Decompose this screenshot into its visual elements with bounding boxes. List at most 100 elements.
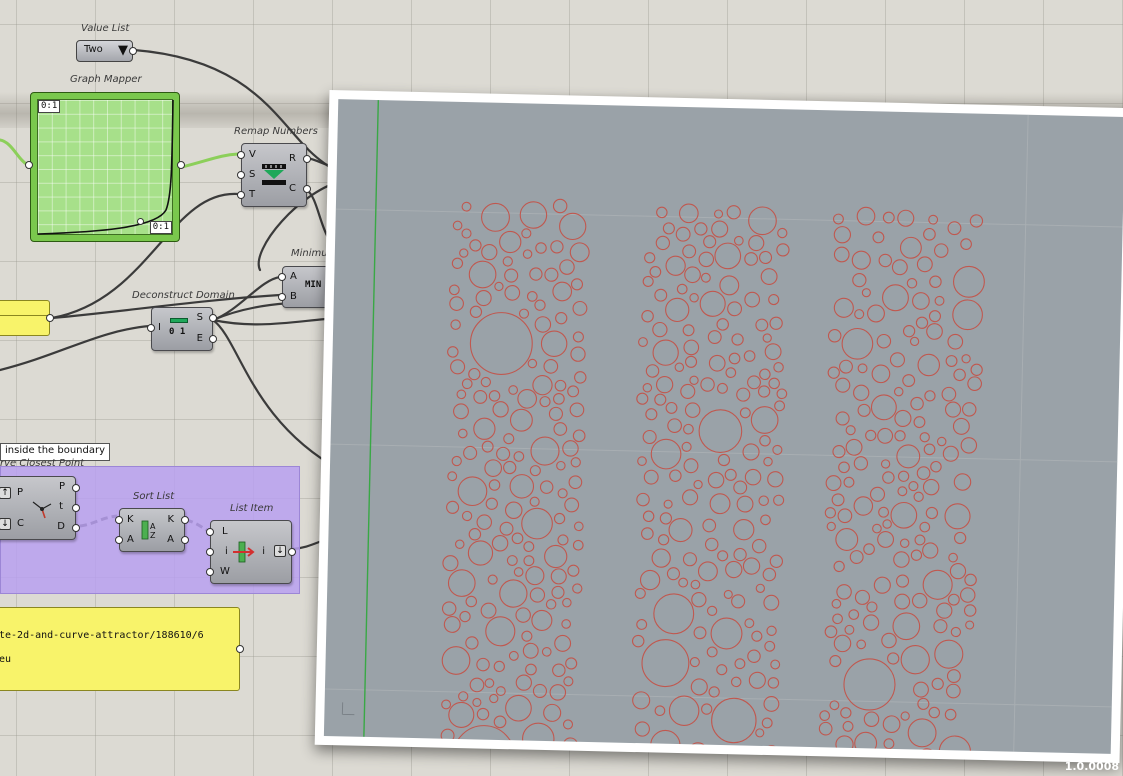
deconstruct-icon-label: 0 1	[169, 327, 186, 337]
dropdown-arrow-icon[interactable]: ▼	[118, 44, 128, 57]
value-list-output-grip[interactable]	[129, 47, 137, 55]
packed-circle	[719, 275, 740, 296]
minimum-grip-a[interactable]	[278, 273, 286, 281]
packed-circle	[751, 538, 767, 554]
packed-circle	[727, 301, 743, 317]
packed-circle	[891, 259, 908, 276]
packed-circle	[662, 222, 675, 235]
packed-circle	[818, 721, 833, 736]
curve-closest-point-component[interactable]: ↑ ↓ P C P t D	[0, 476, 80, 540]
sort-input-k: K	[127, 514, 134, 525]
packed-circle	[883, 738, 895, 750]
list-grip-i[interactable]	[206, 548, 214, 556]
graph-mapper-icon	[38, 100, 174, 235]
packed-circle	[930, 460, 942, 473]
y-axis-line	[363, 100, 380, 737]
packed-circle	[442, 555, 459, 572]
packed-circle	[723, 589, 733, 599]
number-panel[interactable]	[0, 300, 54, 336]
deconstruct-grip-s[interactable]	[209, 314, 217, 322]
deconstruct-grip-e[interactable]	[209, 335, 217, 343]
closest-grip-t[interactable]	[72, 504, 80, 512]
packed-circle	[953, 531, 967, 545]
list-grip-out[interactable]	[288, 548, 296, 556]
packed-circle	[689, 657, 700, 668]
minimum-grip-b[interactable]	[278, 293, 286, 301]
packed-circle	[554, 379, 567, 392]
packed-circle	[894, 593, 911, 610]
closest-grip-p[interactable]	[72, 484, 80, 492]
packed-circle	[923, 443, 936, 456]
packed-circle	[913, 681, 929, 698]
viewport[interactable]	[323, 99, 1123, 754]
packed-circle	[762, 567, 777, 582]
sort-grip-k-in[interactable]	[115, 516, 123, 524]
sort-grip-a-in[interactable]	[115, 536, 123, 544]
packed-circle	[550, 568, 567, 585]
graph-mapper-plot[interactable]: 0:1 0:1	[37, 99, 174, 235]
packed-circle	[887, 652, 900, 665]
remap-grip-v[interactable]	[237, 151, 245, 159]
sort-grip-a-out[interactable]	[181, 536, 189, 544]
packed-circle	[936, 602, 953, 619]
graph-mapper-handle[interactable]	[137, 218, 144, 225]
graph-mapper-component[interactable]: 0:1 0:1	[25, 92, 185, 242]
text-panel[interactable]: te-2d-and-curve-attractor/188610/6 eu	[0, 607, 244, 691]
sort-input-a: A	[127, 534, 134, 545]
packed-circle	[826, 521, 836, 532]
panel-output-grip[interactable]	[46, 314, 54, 322]
graph-mapper-domain-x: 0:1	[38, 100, 61, 113]
packed-circle	[492, 401, 509, 418]
packed-circle	[944, 401, 962, 418]
deconstruct-domain-component[interactable]: I S E 0 1	[147, 307, 217, 351]
packed-circle	[726, 205, 741, 220]
graph-mapper-input-grip[interactable]	[25, 161, 33, 169]
packed-circle	[468, 528, 482, 541]
list-grip-w[interactable]	[206, 568, 214, 576]
remap-icon	[262, 164, 286, 185]
remap-grip-c[interactable]	[303, 185, 311, 193]
remap-grip-r[interactable]	[303, 155, 311, 163]
text-panel-output-grip[interactable]	[236, 645, 244, 653]
packed-circle	[653, 593, 695, 635]
sort-list-component[interactable]: K A K A A Z	[115, 508, 189, 552]
packed-circle	[760, 268, 778, 286]
value-list-component[interactable]: Two ▼	[76, 40, 137, 62]
packed-circle	[824, 625, 838, 639]
packed-circle	[773, 494, 785, 506]
deconstruct-grip-i[interactable]	[147, 324, 155, 332]
packed-circle	[476, 707, 490, 721]
packed-circle	[866, 601, 878, 613]
remap-numbers-component[interactable]: V S T R C	[237, 143, 311, 207]
packed-circle	[708, 686, 720, 698]
closest-grip-d[interactable]	[72, 524, 80, 532]
packed-circle	[572, 331, 584, 343]
remap-grip-s[interactable]	[237, 171, 245, 179]
packed-circle	[831, 598, 842, 609]
packed-circle	[668, 695, 700, 727]
packed-circle	[739, 407, 751, 419]
packed-circle	[872, 523, 882, 534]
list-item-component[interactable]: L i W i ↓	[206, 520, 296, 584]
packed-circle	[897, 209, 915, 227]
packed-circle	[674, 362, 685, 373]
list-grip-l[interactable]	[206, 528, 214, 536]
packed-circle	[755, 318, 769, 332]
packed-circle	[748, 235, 765, 252]
packed-circle	[552, 663, 566, 678]
down-arrow-icon[interactable]: ↓	[274, 545, 286, 557]
packed-circle	[839, 359, 853, 374]
remap-grip-t[interactable]	[237, 191, 245, 199]
packed-circle	[495, 686, 506, 697]
packed-circle	[761, 717, 773, 729]
packed-circle	[703, 235, 717, 249]
packed-circle	[882, 284, 909, 312]
packed-circle	[877, 531, 895, 548]
packed-circle	[652, 339, 679, 366]
sort-grip-k-out[interactable]	[181, 516, 189, 524]
packed-circle	[900, 711, 910, 721]
value-list-caption: Value List	[81, 23, 130, 34]
graph-mapper-output-grip[interactable]	[177, 161, 185, 169]
packed-circle	[838, 461, 850, 474]
packed-circle	[559, 212, 587, 241]
